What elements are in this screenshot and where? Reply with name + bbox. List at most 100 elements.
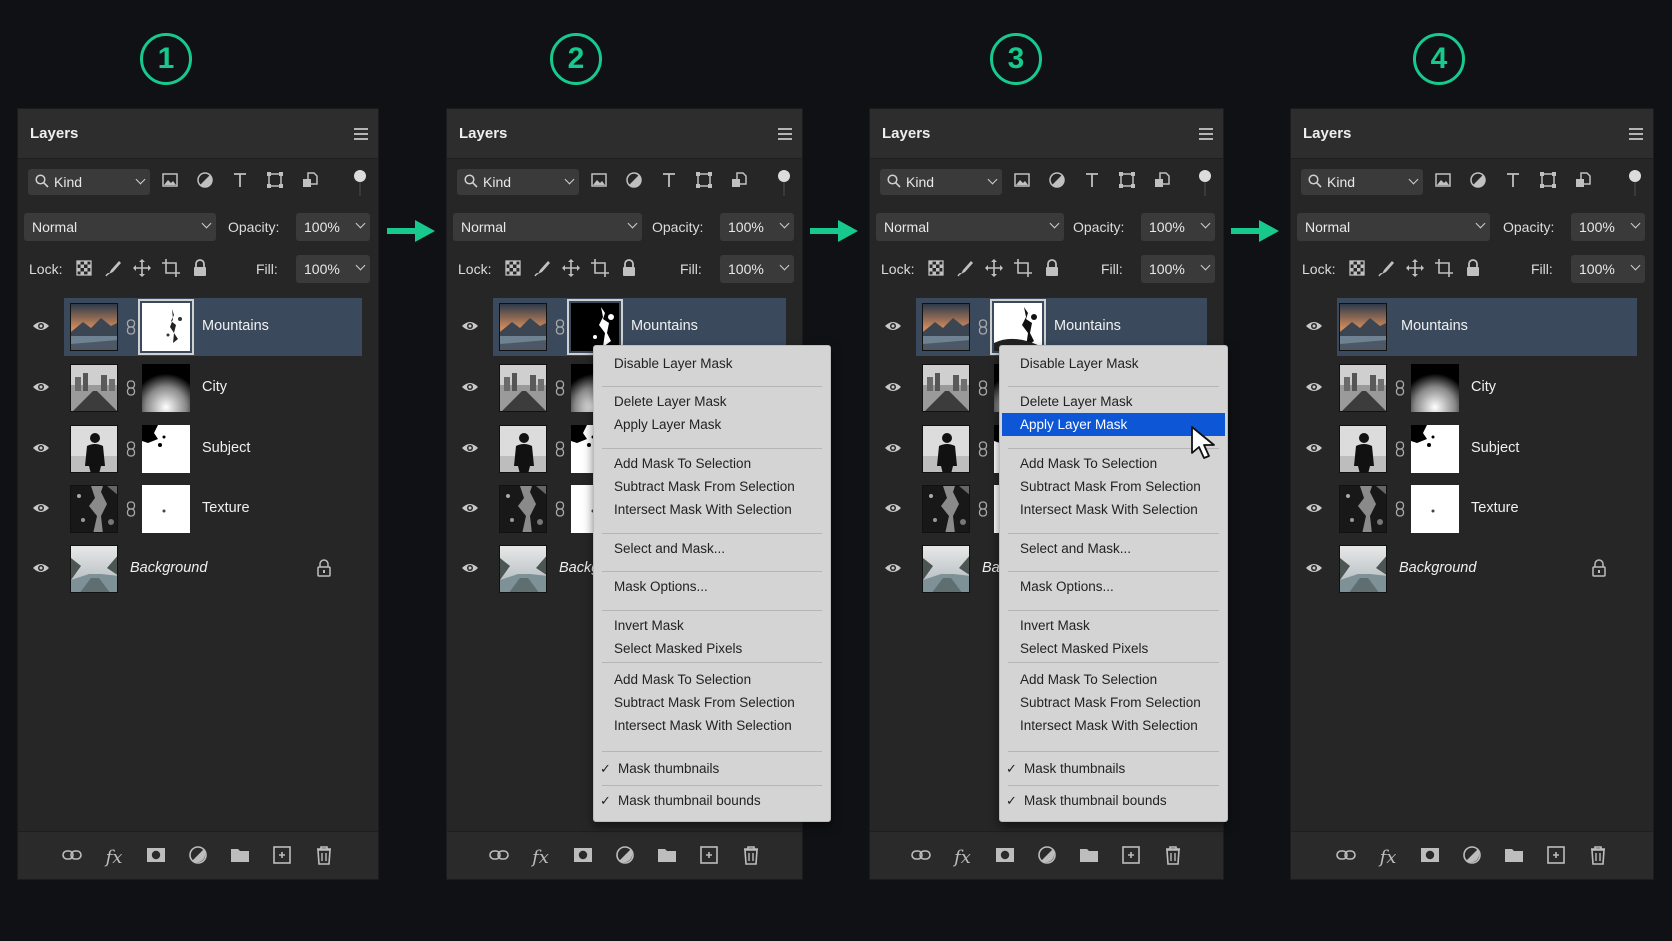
fill-field[interactable]: 100% bbox=[720, 255, 794, 283]
delete-layer-icon[interactable] bbox=[1162, 844, 1184, 871]
menu-item-apply-layer-mask[interactable]: Apply Layer Mask bbox=[594, 413, 830, 436]
shape-filter-icon[interactable] bbox=[1117, 170, 1137, 195]
mask-link-icon[interactable] bbox=[126, 441, 136, 457]
new-layer-icon[interactable] bbox=[1545, 844, 1567, 871]
lock-transparent-icon[interactable] bbox=[926, 258, 946, 283]
mask-link-icon[interactable] bbox=[555, 501, 565, 517]
mask-link-icon[interactable] bbox=[555, 441, 565, 457]
layer-mask-thumbnail[interactable] bbox=[1411, 364, 1459, 412]
filter-toggle-icon[interactable] bbox=[778, 170, 790, 182]
visibility-eye-icon[interactable] bbox=[461, 380, 479, 394]
image-filter-icon[interactable] bbox=[160, 170, 180, 195]
layer-thumbnail[interactable] bbox=[922, 303, 970, 351]
menu-item-select-and-mask[interactable]: Select and Mask... bbox=[594, 537, 830, 560]
adjustment-layer-icon[interactable] bbox=[614, 844, 636, 871]
panel-menu-icon[interactable] bbox=[1629, 128, 1643, 140]
layer-locked-icon[interactable] bbox=[1591, 559, 1607, 577]
link-layers-icon[interactable] bbox=[1335, 844, 1357, 871]
visibility-eye-icon[interactable] bbox=[1305, 501, 1323, 515]
layer-thumbnail[interactable] bbox=[499, 485, 547, 533]
layer-thumbnail[interactable] bbox=[1339, 303, 1387, 351]
add-mask-icon[interactable] bbox=[572, 844, 594, 871]
layer-mask-thumbnail[interactable] bbox=[1411, 485, 1459, 533]
panel-menu-icon[interactable] bbox=[354, 128, 368, 140]
layer-mask-thumbnail[interactable] bbox=[142, 485, 190, 533]
adjustment-layer-icon[interactable] bbox=[1036, 844, 1058, 871]
menu-item-mask-thumbnail-bounds[interactable]: ✓ Mask thumbnail bounds bbox=[1000, 789, 1227, 812]
image-filter-icon[interactable] bbox=[1012, 170, 1032, 195]
lock-artboard-icon[interactable] bbox=[590, 258, 610, 283]
lock-all-icon[interactable] bbox=[1042, 258, 1062, 283]
visibility-eye-icon[interactable] bbox=[884, 319, 902, 333]
menu-item-add-mask-to-selection[interactable]: Add Mask To Selection bbox=[594, 452, 830, 475]
mask-link-icon[interactable] bbox=[126, 319, 136, 335]
filter-kind-dropdown[interactable]: Kind bbox=[1301, 169, 1423, 195]
adjustment-layer-icon[interactable] bbox=[1461, 844, 1483, 871]
layer-row-background[interactable]: Background bbox=[18, 540, 362, 598]
layer-thumbnail[interactable] bbox=[1339, 485, 1387, 533]
lock-position-icon[interactable] bbox=[561, 258, 581, 283]
filter-kind-dropdown[interactable]: Kind bbox=[880, 169, 1002, 195]
menu-item-subtract-mask-from-selection[interactable]: Subtract Mask From Selection bbox=[594, 475, 830, 498]
add-mask-icon[interactable] bbox=[994, 844, 1016, 871]
visibility-eye-icon[interactable] bbox=[884, 561, 902, 575]
layer-row-texture[interactable]: Texture bbox=[1291, 480, 1637, 538]
menu-item-invert-mask[interactable]: Invert Mask bbox=[1000, 614, 1227, 637]
menu-item-intersect-mask-with-selection[interactable]: Intersect Mask With Selection bbox=[594, 714, 830, 737]
shape-filter-icon[interactable] bbox=[694, 170, 714, 195]
lock-transparent-icon[interactable] bbox=[503, 258, 523, 283]
mask-link-icon[interactable] bbox=[126, 380, 136, 396]
visibility-eye-icon[interactable] bbox=[884, 441, 902, 455]
layer-row-city[interactable]: City bbox=[18, 359, 362, 417]
lock-all-icon[interactable] bbox=[1463, 258, 1483, 283]
new-layer-icon[interactable] bbox=[271, 844, 293, 871]
mask-link-icon[interactable] bbox=[978, 441, 988, 457]
mask-link-icon[interactable] bbox=[126, 501, 136, 517]
adjustment-filter-icon[interactable] bbox=[1047, 170, 1067, 195]
mask-link-icon[interactable] bbox=[555, 319, 565, 335]
menu-item-select-masked-pixels[interactable]: Select Masked Pixels bbox=[1000, 637, 1227, 660]
layer-row-texture[interactable]: Texture bbox=[18, 480, 362, 538]
opacity-field[interactable]: 100% bbox=[1141, 213, 1215, 241]
lock-image-icon[interactable] bbox=[532, 258, 552, 283]
lock-image-icon[interactable] bbox=[103, 258, 123, 283]
shape-filter-icon[interactable] bbox=[265, 170, 285, 195]
visibility-eye-icon[interactable] bbox=[1305, 380, 1323, 394]
layer-row-mountains[interactable]: Mountains bbox=[1291, 298, 1637, 356]
menu-item-add-mask-to-selection[interactable]: Add Mask To Selection bbox=[594, 668, 830, 691]
smart-object-filter-icon[interactable] bbox=[1152, 170, 1172, 195]
adjustment-layer-icon[interactable] bbox=[187, 844, 209, 871]
blend-mode-dropdown[interactable]: Normal bbox=[24, 213, 216, 241]
visibility-eye-icon[interactable] bbox=[32, 501, 50, 515]
menu-item-select-and-mask[interactable]: Select and Mask... bbox=[1000, 537, 1227, 560]
link-layers-icon[interactable] bbox=[61, 844, 83, 871]
smart-object-filter-icon[interactable] bbox=[300, 170, 320, 195]
type-filter-icon[interactable] bbox=[230, 170, 250, 195]
opacity-field[interactable]: 100% bbox=[1571, 213, 1645, 241]
visibility-eye-icon[interactable] bbox=[32, 319, 50, 333]
menu-item-intersect-mask-with-selection[interactable]: Intersect Mask With Selection bbox=[1000, 498, 1227, 521]
lock-artboard-icon[interactable] bbox=[1013, 258, 1033, 283]
fill-field[interactable]: 100% bbox=[296, 255, 370, 283]
lock-image-icon[interactable] bbox=[1376, 258, 1396, 283]
layer-mask-thumbnail[interactable] bbox=[1411, 425, 1459, 473]
visibility-eye-icon[interactable] bbox=[884, 501, 902, 515]
menu-item-invert-mask[interactable]: Invert Mask bbox=[594, 614, 830, 637]
type-filter-icon[interactable] bbox=[1082, 170, 1102, 195]
filter-kind-dropdown[interactable]: Kind bbox=[457, 169, 579, 195]
layer-row-subject[interactable]: Subject bbox=[18, 420, 362, 478]
lock-position-icon[interactable] bbox=[132, 258, 152, 283]
lock-artboard-icon[interactable] bbox=[161, 258, 181, 283]
visibility-eye-icon[interactable] bbox=[884, 380, 902, 394]
layer-mask-thumbnail[interactable] bbox=[142, 364, 190, 412]
link-layers-icon[interactable] bbox=[910, 844, 932, 871]
fx-icon[interactable]: fx bbox=[530, 847, 552, 868]
panel-menu-icon[interactable] bbox=[1199, 128, 1213, 140]
menu-item-select-masked-pixels[interactable]: Select Masked Pixels bbox=[594, 637, 830, 660]
layer-thumbnail[interactable] bbox=[922, 425, 970, 473]
layer-thumbnail[interactable] bbox=[70, 485, 118, 533]
smart-object-filter-icon[interactable] bbox=[729, 170, 749, 195]
visibility-eye-icon[interactable] bbox=[1305, 441, 1323, 455]
opacity-field[interactable]: 100% bbox=[720, 213, 794, 241]
delete-layer-icon[interactable] bbox=[1587, 844, 1609, 871]
